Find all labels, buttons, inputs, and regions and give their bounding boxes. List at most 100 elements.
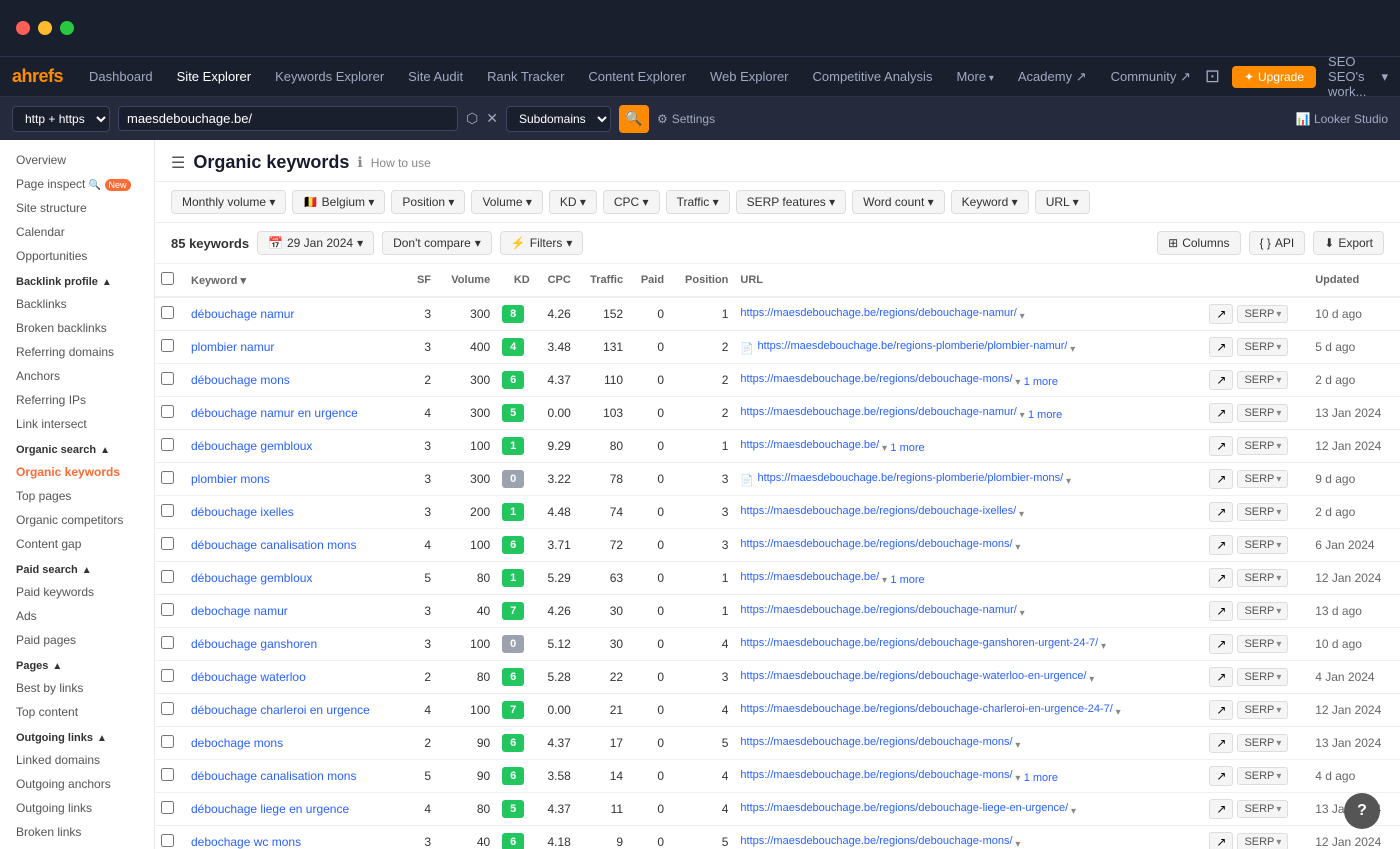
serp-button[interactable]: SERP ▾ <box>1237 602 1288 620</box>
filter-volume[interactable]: Volume ▾ <box>471 190 542 214</box>
keyword-link[interactable]: plombier mons <box>191 472 270 486</box>
keyword-link[interactable]: débouchage ganshoren <box>191 637 317 651</box>
col-keyword[interactable]: Keyword ▾ <box>185 264 407 297</box>
url-link[interactable]: https://maesdebouchage.be/regions/debouc… <box>740 835 1012 847</box>
row-checkbox[interactable] <box>161 669 174 682</box>
url-dropdown-arrow[interactable]: ▾ <box>879 575 887 586</box>
serp-button[interactable]: SERP ▾ <box>1237 767 1288 785</box>
more-urls-link[interactable]: 1 more <box>890 574 924 586</box>
more-urls-link[interactable]: 1 more <box>890 442 924 454</box>
url-input[interactable] <box>118 106 458 131</box>
url-link[interactable]: https://maesdebouchage.be/regions/debouc… <box>740 736 1012 748</box>
filter-position[interactable]: Position ▾ <box>391 190 465 214</box>
sidebar-item-referring-domains[interactable]: Referring domains <box>0 340 154 364</box>
col-position[interactable]: Position <box>670 264 734 297</box>
url-dropdown-arrow[interactable]: ▾ <box>1017 608 1025 619</box>
serp-button[interactable]: SERP ▾ <box>1237 833 1288 849</box>
account-arrow-icon[interactable]: ▾ <box>1381 69 1388 85</box>
row-checkbox[interactable] <box>161 471 174 484</box>
sidebar-section-organic-search[interactable]: Organic search ▲ <box>0 436 154 460</box>
row-checkbox[interactable] <box>161 801 174 814</box>
keyword-link[interactable]: débouchage canalisation mons <box>191 538 356 552</box>
row-checkbox[interactable] <box>161 636 174 649</box>
row-checkbox[interactable] <box>161 537 174 550</box>
col-kd[interactable]: KD <box>496 264 536 297</box>
row-checkbox[interactable] <box>161 570 174 583</box>
keyword-link[interactable]: débouchage ixelles <box>191 505 294 519</box>
url-dropdown-arrow[interactable]: ▾ <box>1113 707 1121 718</box>
sidebar-item-opportunities[interactable]: Opportunities <box>0 244 154 268</box>
select-all-checkbox[interactable] <box>161 272 174 285</box>
nav-web-explorer[interactable]: Web Explorer <box>700 65 799 88</box>
nav-rank-tracker[interactable]: Rank Tracker <box>477 65 574 88</box>
row-checkbox[interactable] <box>161 768 174 781</box>
filter-serp-features[interactable]: SERP features ▾ <box>736 190 847 214</box>
col-updated[interactable]: Updated <box>1309 264 1400 297</box>
keyword-link[interactable]: débouchage gembloux <box>191 439 312 453</box>
url-link[interactable]: https://maesdebouchage.be/regions/debouc… <box>740 505 1016 517</box>
row-checkbox[interactable] <box>161 603 174 616</box>
sidebar-item-anchors[interactable]: Anchors <box>0 364 154 388</box>
nav-content-explorer[interactable]: Content Explorer <box>578 65 696 88</box>
row-checkbox[interactable] <box>161 438 174 451</box>
keyword-link[interactable]: débouchage waterloo <box>191 670 306 684</box>
nav-competitive-analysis[interactable]: Competitive Analysis <box>803 65 943 88</box>
url-link[interactable]: https://maesdebouchage.be/regions/debouc… <box>740 373 1012 385</box>
row-checkbox[interactable] <box>161 702 174 715</box>
serp-button[interactable]: SERP ▾ <box>1237 437 1288 455</box>
sidebar-section-backlink-profile[interactable]: Backlink profile ▲ <box>0 268 154 292</box>
row-checkbox[interactable] <box>161 504 174 517</box>
settings-button[interactable]: ⚙ Settings <box>657 112 715 126</box>
serp-button[interactable]: SERP ▾ <box>1237 470 1288 488</box>
trend-button[interactable]: ↗ <box>1209 403 1233 423</box>
more-urls-link[interactable]: 1 more <box>1024 376 1058 388</box>
sidebar-section-paid-search[interactable]: Paid search ▲ <box>0 556 154 580</box>
url-dropdown-arrow[interactable]: ▾ <box>1067 344 1075 355</box>
url-link[interactable]: https://maesdebouchage.be/regions/debouc… <box>740 769 1012 781</box>
sidebar-item-broken-backlinks[interactable]: Broken backlinks <box>0 316 154 340</box>
filter-traffic[interactable]: Traffic ▾ <box>666 190 730 214</box>
sidebar-item-link-intersect[interactable]: Link intersect <box>0 412 154 436</box>
keyword-link[interactable]: débouchage namur en urgence <box>191 406 358 420</box>
nav-dashboard[interactable]: Dashboard <box>79 65 163 88</box>
nav-academy[interactable]: Academy ↗ <box>1008 65 1097 89</box>
filter-word-count[interactable]: Word count ▾ <box>852 190 945 214</box>
row-checkbox[interactable] <box>161 405 174 418</box>
sidebar-item-referring-ips[interactable]: Referring IPs <box>0 388 154 412</box>
sidebar-item-linked-domains[interactable]: Linked domains <box>0 748 154 772</box>
keyword-link[interactable]: plombier namur <box>191 340 274 354</box>
sidebar-item-outgoing-links[interactable]: Outgoing links <box>0 796 154 820</box>
trend-button[interactable]: ↗ <box>1209 535 1233 555</box>
api-button[interactable]: { } API <box>1249 231 1306 255</box>
date-filter[interactable]: 📅 29 Jan 2024 ▾ <box>257 231 374 255</box>
serp-button[interactable]: SERP ▾ <box>1237 371 1288 389</box>
how-to-link[interactable]: How to use <box>371 156 431 170</box>
url-dropdown-arrow[interactable]: ▾ <box>1013 542 1021 553</box>
serp-button[interactable]: SERP ▾ <box>1237 338 1288 356</box>
minimize-button[interactable] <box>38 21 52 35</box>
menu-icon[interactable]: ☰ <box>171 153 185 173</box>
row-checkbox[interactable] <box>161 834 174 847</box>
export-button[interactable]: ⬇ Export <box>1313 231 1384 255</box>
trend-button[interactable]: ↗ <box>1209 304 1233 324</box>
url-dropdown-arrow[interactable]: ▾ <box>1017 410 1025 421</box>
sidebar-section-internal-links[interactable]: Internal links ▲ New <box>0 844 154 849</box>
serp-button[interactable]: SERP ▾ <box>1237 635 1288 653</box>
serp-button[interactable]: SERP ▾ <box>1237 800 1288 818</box>
trend-button[interactable]: ↗ <box>1209 436 1233 456</box>
protocol-select[interactable]: http + https <box>12 106 110 132</box>
trend-button[interactable]: ↗ <box>1209 469 1233 489</box>
row-checkbox[interactable] <box>161 372 174 385</box>
sidebar-item-page-inspect[interactable]: Page inspect 🔍 New <box>0 172 154 196</box>
url-dropdown-arrow[interactable]: ▾ <box>1098 641 1106 652</box>
trend-button[interactable]: ↗ <box>1209 370 1233 390</box>
compare-button[interactable]: Don't compare ▾ <box>382 231 492 255</box>
nav-site-explorer[interactable]: Site Explorer <box>167 65 261 88</box>
serp-button[interactable]: SERP ▾ <box>1237 536 1288 554</box>
serp-button[interactable]: SERP ▾ <box>1237 734 1288 752</box>
filter-country[interactable]: 🇧🇪 Belgium ▾ <box>292 190 385 214</box>
keyword-link[interactable]: débouchage gembloux <box>191 571 312 585</box>
keyword-link[interactable]: débouchage namur <box>191 307 294 321</box>
url-dropdown-arrow[interactable]: ▾ <box>879 443 887 454</box>
serp-button[interactable]: SERP ▾ <box>1237 503 1288 521</box>
